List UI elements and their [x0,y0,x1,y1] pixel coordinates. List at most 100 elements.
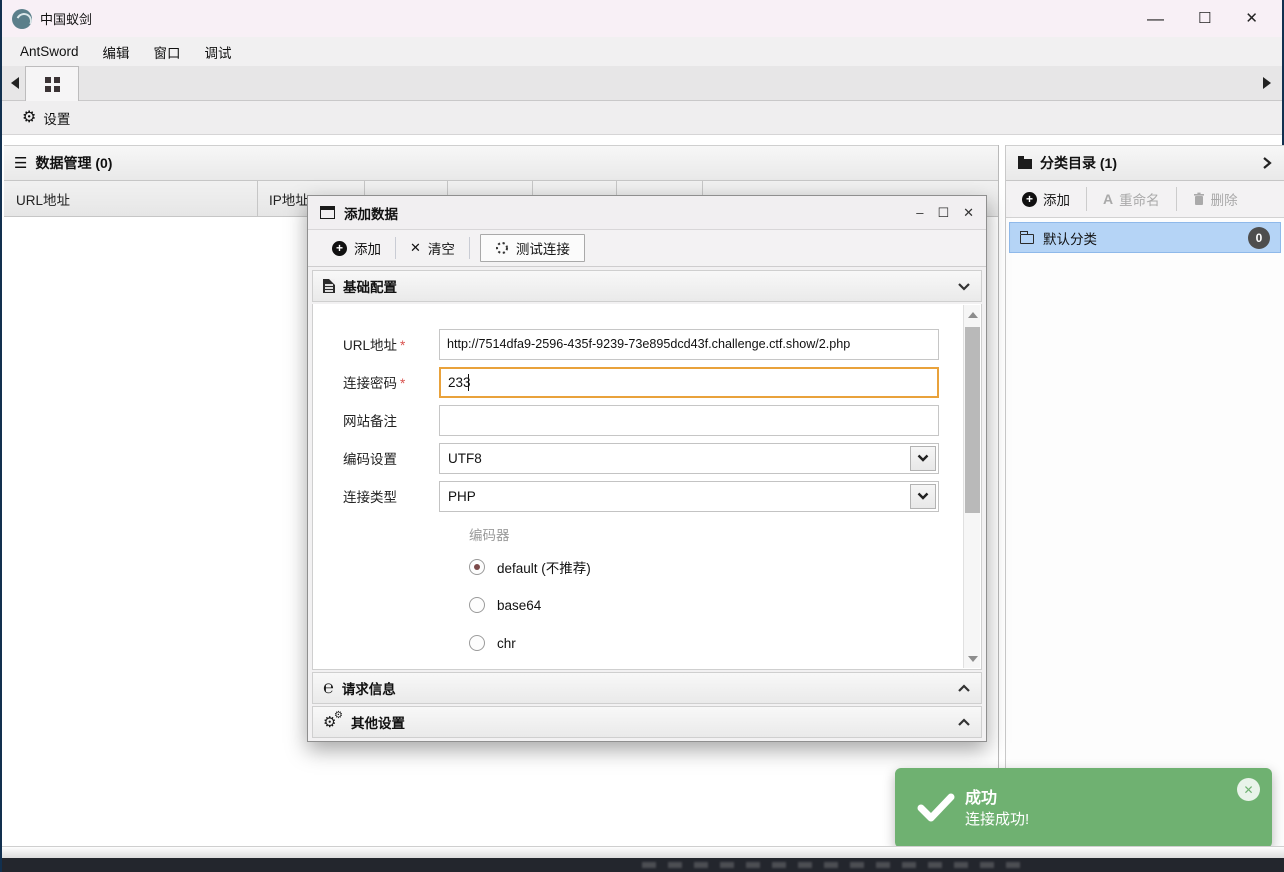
checkmark-icon [917,792,955,827]
grid-icon [44,76,60,92]
url-input[interactable] [439,328,939,360]
radio-unchecked-icon[interactable] [469,597,485,613]
tab-home[interactable] [25,66,79,101]
dialog-test-label: 测试连接 [515,242,570,257]
scroll-up-icon[interactable] [964,307,981,322]
dialog-close-button[interactable]: ✕ [963,205,974,221]
encoder-option-base64[interactable]: base64 [469,594,541,616]
section-request-info[interactable]: ℮ 请求信息 [312,672,982,704]
category-delete-button[interactable]: 删除 [1175,187,1254,211]
menu-edit[interactable]: 编辑 [93,39,140,65]
note-label: 网站备注 [343,414,397,429]
window-bottom-edge [2,846,1284,858]
window-minimize-button[interactable]: — [1147,10,1164,27]
category-item-default[interactable]: 默认分类 0 [1009,222,1281,253]
window-close-button[interactable]: ✕ [1245,11,1258,26]
encoder-option-default[interactable]: default (不推荐) [469,556,591,578]
arrow-left-icon [11,77,19,89]
menu-antsword[interactable]: AntSword [10,41,89,62]
plus-circle-icon: + [1022,191,1037,207]
scrollbar-thumb[interactable] [965,327,980,513]
category-toolbar: + 添加 A 重命名 删除 [1006,181,1284,218]
radio-checked-icon[interactable] [469,559,485,575]
scroll-down-icon[interactable] [964,651,981,666]
tabbar [2,66,1282,101]
data-panel-title: 数据管理 (0) [35,155,113,171]
dialog-clear-label: 清空 [427,242,455,257]
radio-unchecked-icon[interactable] [469,635,485,651]
window-title: 中国蚁剑 [40,12,93,27]
background-taskbar [2,858,1284,872]
data-panel-header: ☰ 数据管理 (0) [4,145,998,181]
password-label: 连接密码 * [343,376,406,391]
category-delete-label: 删除 [1210,193,1238,208]
encoder-group-label: 编码器 [469,528,510,543]
success-toast: 成功 连接成功! ✕ [895,768,1272,848]
password-row: 连接密码 * [343,366,939,398]
chevron-down-icon [957,282,971,291]
plus-circle-icon: + [332,240,347,256]
dialog-test-connection-button[interactable]: 测试连接 [479,234,585,262]
required-asterisk: * [400,338,406,353]
column-divider[interactable] [257,181,258,216]
toast-title: 成功 [965,790,998,807]
section-basic-label: 基础配置 [343,280,397,295]
conn-type-selected-value: PHP [448,488,476,504]
window-maximize-button[interactable]: ☐ [1198,11,1211,26]
dialog-maximize-button[interactable]: ☐ [937,205,949,221]
folder-outline-icon [1020,230,1034,244]
chevron-right-icon[interactable] [1262,156,1272,170]
encoder-base64-label: base64 [497,597,542,613]
encoder-default-label: default (不推荐) [497,561,591,576]
encoder-chr-label: chr [497,635,516,651]
column-ip[interactable]: IP地址 [257,189,309,209]
toast-close-button[interactable]: ✕ [1237,778,1260,801]
encoding-row: 编码设置 UTF8 [343,442,939,474]
category-rename-button[interactable]: A 重命名 [1086,187,1176,211]
spinner-icon [495,241,509,255]
chevron-down-icon[interactable] [910,483,936,509]
tab-scroll-right-button[interactable] [1256,66,1278,100]
dialog-scrollbar[interactable] [963,305,980,668]
trash-icon [1193,192,1205,206]
tab-scroll-left-button[interactable] [4,66,26,100]
section-other-settings[interactable]: ⚙ ⚙ 其他设置 [312,706,982,738]
category-panel-title: 分类目录 (1) [1040,155,1117,171]
settings-toolbar: ⚙ 设置 [2,101,1282,135]
category-item-label: 默认分类 [1043,231,1097,247]
dialog-body: 基础配置 URL地址* 连接密码* 网站备注 [308,267,986,744]
required-asterisk: * [400,376,406,391]
note-row: 网站备注 [343,404,939,436]
dialog-titlebar[interactable]: 添加数据 – ☐ ✕ [308,196,986,230]
browser-e-icon: ℮ [323,677,334,698]
menu-debug[interactable]: 调试 [195,39,242,65]
list-icon: ☰ [14,155,28,172]
cogs-icon: ⚙ ⚙ [323,709,343,731]
note-input[interactable] [439,404,939,436]
conn-type-label: 连接类型 [343,490,397,505]
menubar: AntSword 编辑 窗口 调试 [2,37,1282,66]
category-rename-label: 重命名 [1119,193,1160,208]
chevron-up-icon [957,683,971,693]
arrow-right-icon [1263,77,1271,89]
settings-button[interactable]: 设置 [43,108,70,128]
conn-type-row: 连接类型 PHP [343,480,939,512]
encoder-option-chr[interactable]: chr [469,632,516,654]
conn-type-select[interactable]: PHP [439,480,939,512]
x-icon: ✕ [410,240,421,255]
section-basic-config[interactable]: 基础配置 [312,270,982,302]
menu-window[interactable]: 窗口 [144,39,191,65]
password-input[interactable] [439,366,939,398]
toast-message: 连接成功! [965,811,1030,828]
category-add-button[interactable]: + 添加 [1006,187,1086,211]
gear-icon: ⚙ [22,108,37,126]
chevron-down-icon[interactable] [910,445,936,471]
url-label: URL地址 * [343,338,406,353]
dialog-minimize-button[interactable]: – [916,205,923,220]
encoding-select[interactable]: UTF8 [439,442,939,474]
rename-a-icon: A [1103,191,1114,207]
column-url[interactable]: URL地址 [4,189,257,209]
window-mini-icon [320,206,335,219]
dialog-clear-button[interactable]: ✕ 清空 [396,234,469,262]
dialog-add-button[interactable]: + 添加 [318,234,395,262]
